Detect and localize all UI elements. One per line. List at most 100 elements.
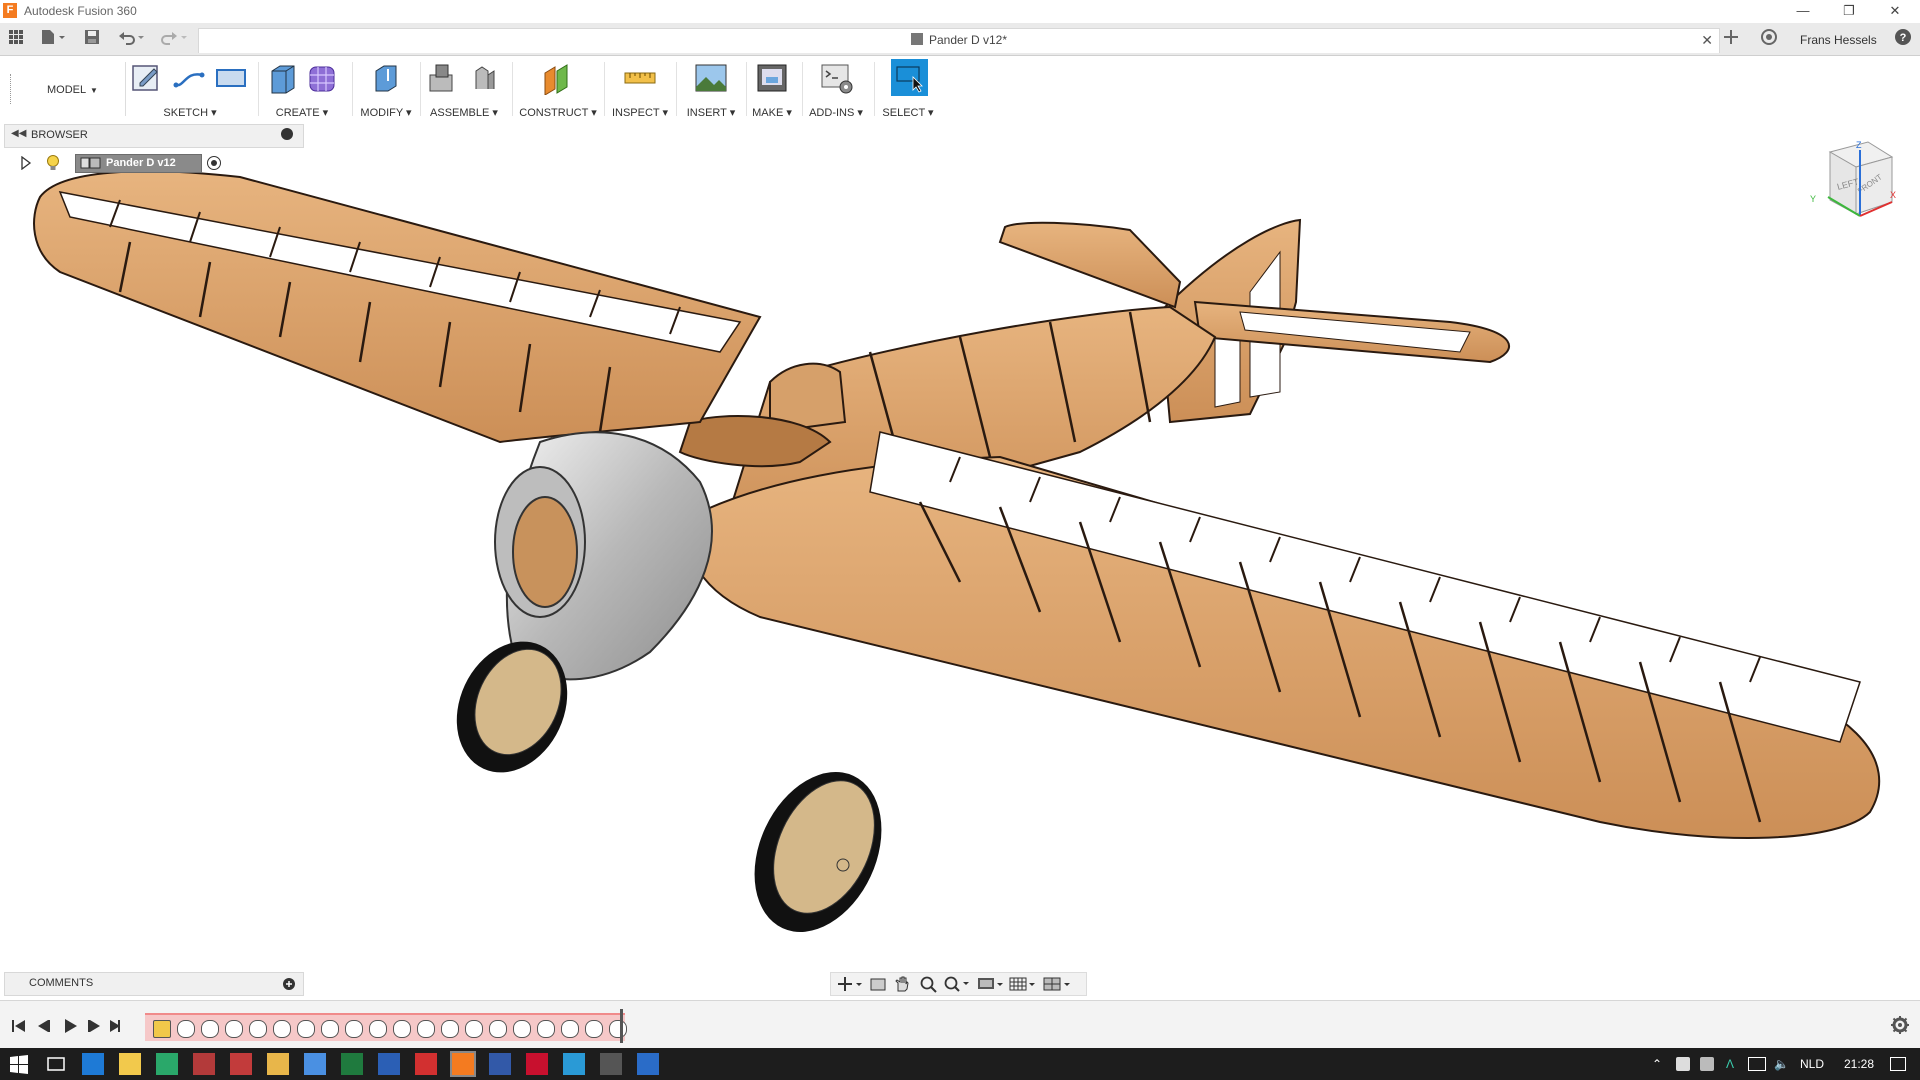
insert-group[interactable]: INSERT ▾ xyxy=(680,59,742,119)
undo-icon[interactable] xyxy=(118,29,148,49)
scripts-icon[interactable] xyxy=(820,61,854,95)
close-tab-button[interactable]: ✕ xyxy=(1701,32,1713,49)
timeline-feature-icon[interactable] xyxy=(537,1020,555,1038)
cubase-icon[interactable] xyxy=(156,1053,178,1075)
folder-icon[interactable] xyxy=(267,1053,289,1075)
timeline-feature-icon[interactable] xyxy=(609,1020,627,1038)
press-pull-icon[interactable] xyxy=(368,61,402,95)
timeline-feature-icon[interactable] xyxy=(249,1020,267,1038)
sketchup-icon[interactable] xyxy=(563,1053,585,1075)
acrobat-icon[interactable] xyxy=(415,1053,437,1075)
aircraft-model[interactable] xyxy=(33,170,1881,952)
revit-icon[interactable] xyxy=(489,1053,511,1075)
browser-panel-header[interactable]: ◀◀ BROWSER xyxy=(4,124,304,148)
word-icon[interactable] xyxy=(378,1053,400,1075)
media-icon[interactable] xyxy=(230,1053,252,1075)
viewports-icon[interactable] xyxy=(1043,976,1073,992)
winrar-icon[interactable] xyxy=(193,1053,215,1075)
add-ins-group[interactable]: ADD-INS ▾ xyxy=(806,59,866,119)
photos-icon[interactable] xyxy=(600,1053,622,1075)
task-view-icon[interactable] xyxy=(45,1053,67,1075)
timeline-sketch-feature-icon[interactable] xyxy=(153,1020,171,1038)
timeline-marker[interactable] xyxy=(620,1009,623,1043)
orbit-icon[interactable] xyxy=(837,976,865,992)
expand-arrow-icon[interactable] xyxy=(20,156,32,170)
timeline-feature-icon[interactable] xyxy=(561,1020,579,1038)
timeline-feature-icon[interactable] xyxy=(417,1020,435,1038)
timeline-feature-icon[interactable] xyxy=(321,1020,339,1038)
timeline-feature-icon[interactable] xyxy=(369,1020,387,1038)
close-window-button[interactable]: ✕ xyxy=(1872,0,1918,22)
pan-icon[interactable] xyxy=(893,975,911,993)
timeline-feature-icon[interactable] xyxy=(201,1020,219,1038)
chrome-icon[interactable] xyxy=(304,1053,326,1075)
timeline-feature-icon[interactable] xyxy=(273,1020,291,1038)
data-panel-grid-icon[interactable] xyxy=(8,29,24,49)
timeline-feature-icon[interactable] xyxy=(441,1020,459,1038)
timeline-feature-icon[interactable] xyxy=(177,1020,195,1038)
show-hidden-icons-icon[interactable]: ⌃ xyxy=(1652,1057,1662,1071)
start-icon[interactable] xyxy=(8,1053,30,1075)
create-sketch-icon[interactable] xyxy=(130,61,164,95)
timeline-feature-icon[interactable] xyxy=(393,1020,411,1038)
display-settings-icon[interactable] xyxy=(977,976,1005,992)
sketch-group[interactable]: SKETCH ▾ xyxy=(130,59,250,119)
go-to-start-icon[interactable] xyxy=(12,1020,25,1032)
inspect-group[interactable]: INSPECT ▾ xyxy=(608,59,672,119)
tray-autodesk-icon[interactable]: Λ xyxy=(1726,1057,1734,1071)
fusion-icon[interactable] xyxy=(450,1051,476,1077)
autocad-icon[interactable] xyxy=(526,1053,548,1075)
select-group[interactable]: SELECT ▾ xyxy=(878,59,938,119)
grid-settings-icon[interactable] xyxy=(1009,976,1037,992)
timeline-settings-gear-icon[interactable] xyxy=(1890,1015,1910,1035)
collapse-panel-icon[interactable]: ◀◀ xyxy=(11,128,26,139)
redo-icon[interactable] xyxy=(160,29,190,49)
step-back-icon[interactable] xyxy=(38,1020,50,1032)
modify-group[interactable]: MODIFY ▾ xyxy=(356,59,416,119)
photoshop-icon[interactable] xyxy=(637,1053,659,1075)
user-name[interactable]: Frans Hessels xyxy=(1800,30,1877,50)
volume-icon[interactable]: 🔈 xyxy=(1774,1057,1789,1071)
3d-viewport[interactable]: LEFT FRONT Z Y X xyxy=(0,122,1920,1002)
browser-tree-root[interactable]: Pander D v12 xyxy=(20,152,221,174)
edge-icon[interactable] xyxy=(82,1053,104,1075)
new-component-icon[interactable] xyxy=(424,61,458,95)
timeline-feature-icon[interactable] xyxy=(345,1020,363,1038)
assemble-group[interactable]: ASSEMBLE ▾ xyxy=(424,59,504,119)
language-indicator[interactable]: NLD xyxy=(1800,1057,1824,1071)
timeline-feature-icon[interactable] xyxy=(585,1020,603,1038)
tray-app-icon[interactable] xyxy=(1676,1057,1690,1071)
action-center-icon[interactable] xyxy=(1890,1057,1906,1071)
timeline-feature-icon[interactable] xyxy=(489,1020,507,1038)
tray-app-icon[interactable] xyxy=(1700,1057,1714,1071)
activate-radio-icon[interactable] xyxy=(206,155,222,171)
joint-icon[interactable] xyxy=(468,61,502,95)
3d-print-icon[interactable] xyxy=(755,61,789,95)
visibility-bulb-icon[interactable] xyxy=(46,154,60,172)
form-icon[interactable] xyxy=(306,61,340,95)
extrude-icon[interactable] xyxy=(266,61,300,95)
make-group[interactable]: MAKE ▾ xyxy=(750,59,794,119)
browser-options-icon[interactable] xyxy=(281,128,293,140)
restore-button[interactable]: ❐ xyxy=(1826,0,1872,22)
rectangle-icon[interactable] xyxy=(214,61,248,95)
create-group[interactable]: CREATE ▾ xyxy=(262,59,342,119)
help-icon[interactable]: ? xyxy=(1894,28,1912,48)
construct-group[interactable]: CONSTRUCT ▾ xyxy=(516,59,600,119)
explorer-icon[interactable] xyxy=(119,1053,141,1075)
look-at-icon[interactable] xyxy=(869,976,887,992)
timeline-feature-icon[interactable] xyxy=(297,1020,315,1038)
new-tab-icon[interactable] xyxy=(1722,28,1740,48)
document-tab[interactable]: Pander D v12* ✕ xyxy=(198,28,1720,53)
file-menu-icon[interactable] xyxy=(40,29,66,49)
go-to-end-icon[interactable] xyxy=(110,1020,120,1032)
zoom-icon[interactable] xyxy=(919,975,937,993)
line-icon[interactable] xyxy=(172,61,206,95)
job-status-icon[interactable] xyxy=(1760,28,1778,48)
network-icon[interactable] xyxy=(1748,1057,1766,1071)
timeline-feature-icon[interactable] xyxy=(225,1020,243,1038)
insert-image-icon[interactable] xyxy=(694,61,728,95)
step-forward-icon[interactable] xyxy=(88,1020,100,1032)
save-icon[interactable] xyxy=(84,29,100,49)
offset-plane-icon[interactable] xyxy=(541,61,575,95)
